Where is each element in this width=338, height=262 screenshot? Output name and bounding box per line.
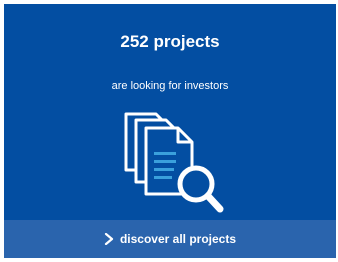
projects-count-heading: 252 projects <box>120 32 220 51</box>
projects-card[interactable]: 252 projects are looking for investors d… <box>4 4 336 258</box>
discover-projects-label: discover all projects <box>119 232 237 246</box>
documents-search-icon <box>124 112 224 213</box>
discover-projects-button[interactable]: discover all projects <box>4 220 336 258</box>
chevron-right-icon <box>104 233 114 245</box>
projects-subheading: are looking for investors <box>111 80 229 92</box>
